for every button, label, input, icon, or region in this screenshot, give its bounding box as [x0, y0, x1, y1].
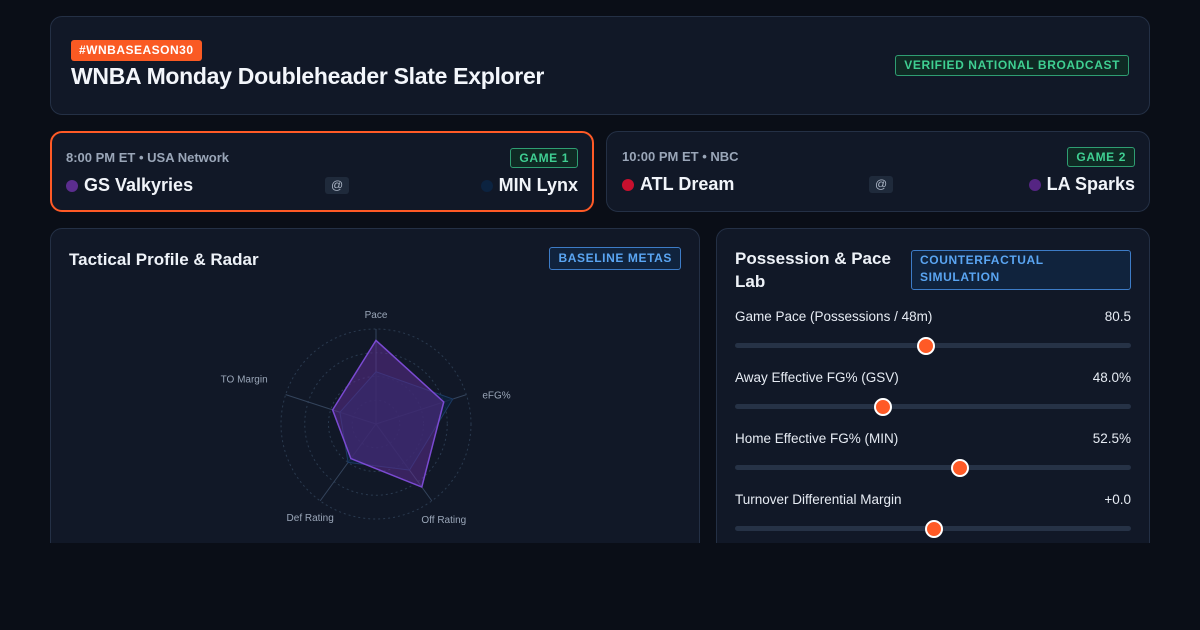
team-color-dot	[66, 179, 78, 192]
pace-lab-panel: Possession & Pace Lab COUNTERFACTUAL SIM…	[716, 228, 1150, 558]
page-title: WNBA Monday Doubleheader Slate Explorer	[71, 63, 545, 89]
game-card-2[interactable]: 10:00 PM ET • NBC GAME 2 ATL Dream @ LA …	[606, 131, 1150, 212]
home-team: MIN Lynx	[480, 175, 578, 196]
away-team: ATL Dream	[622, 174, 734, 195]
radar-axis-label: Pace	[365, 310, 388, 321]
home-team-name: LA Sparks	[1046, 174, 1135, 194]
home-team: LA Sparks	[1028, 174, 1135, 195]
slider-track[interactable]	[735, 465, 1131, 470]
slider-row: Home Effective FG% (MIN) 52.5%	[735, 431, 1131, 481]
team-color-dot	[480, 179, 493, 192]
radar-chart: Pace eFG% Off Rating Def Rating TO Margin	[221, 310, 511, 526]
slider-value: 52.5%	[1092, 431, 1131, 446]
game-badge: GAME 2	[1067, 147, 1135, 167]
slider-row: Game Pace (Possessions / 48m) 80.5	[735, 309, 1131, 359]
radar-series-polygon	[331, 339, 445, 489]
team-color-dot	[622, 178, 634, 191]
radar-axis-label: eFG%	[482, 391, 510, 402]
team-color-dot	[1028, 178, 1041, 191]
at-separator: @	[869, 176, 894, 193]
slider-label: Home Effective FG% (MIN)	[735, 431, 899, 446]
slider-row: Away Effective FG% (GSV) 48.0%	[735, 370, 1131, 420]
radar-axis-label: TO Margin	[221, 375, 268, 386]
slider-value: 48.0%	[1092, 370, 1131, 385]
slider-label: Away Effective FG% (GSV)	[735, 370, 899, 385]
slider-thumb[interactable]	[950, 459, 969, 477]
slider-label: Game Pace (Possessions / 48m)	[735, 309, 933, 324]
counterfactual-badge: COUNTERFACTUAL SIMULATION	[911, 250, 1131, 290]
verified-broadcast-badge: VERIFIED NATIONAL BROADCAST	[895, 55, 1129, 76]
game-time-network: 8:00 PM ET • USA Network	[66, 150, 229, 165]
radar-axis-label: Def Rating	[287, 513, 334, 524]
at-separator: @	[325, 177, 350, 194]
lab-title: Possession & Pace Lab	[735, 249, 891, 291]
home-team-name: MIN Lynx	[498, 175, 578, 195]
radar-panel: Tactical Profile & Radar BASELINE METAS …	[50, 228, 700, 558]
away-team: GS Valkyries	[66, 175, 193, 196]
game-time-network: 10:00 PM ET • NBC	[622, 149, 739, 164]
radar-axis-label: Off Rating	[421, 515, 466, 526]
away-team-name: ATL Dream	[640, 174, 735, 194]
away-team-name: GS Valkyries	[84, 175, 194, 195]
slider-thumb[interactable]	[925, 520, 943, 538]
header-card: #WNBASEASON30 WNBA Monday Doubleheader S…	[50, 16, 1150, 115]
hashtag-badge[interactable]: #WNBASEASON30	[71, 40, 202, 61]
slider-value: +0.0	[1104, 492, 1131, 507]
slider-thumb[interactable]	[917, 337, 936, 355]
slider-row: Turnover Differential Margin +0.0	[735, 492, 1131, 542]
slider-thumb[interactable]	[873, 398, 892, 416]
game-card-1[interactable]: 8:00 PM ET • USA Network GAME 1 GS Valky…	[50, 131, 594, 212]
bottom-blank-area	[0, 543, 1200, 630]
slider-track[interactable]	[735, 404, 1131, 409]
game-badge: GAME 1	[510, 148, 578, 168]
slider-value: 80.5	[1104, 309, 1131, 324]
slider-label: Turnover Differential Margin	[735, 492, 902, 507]
